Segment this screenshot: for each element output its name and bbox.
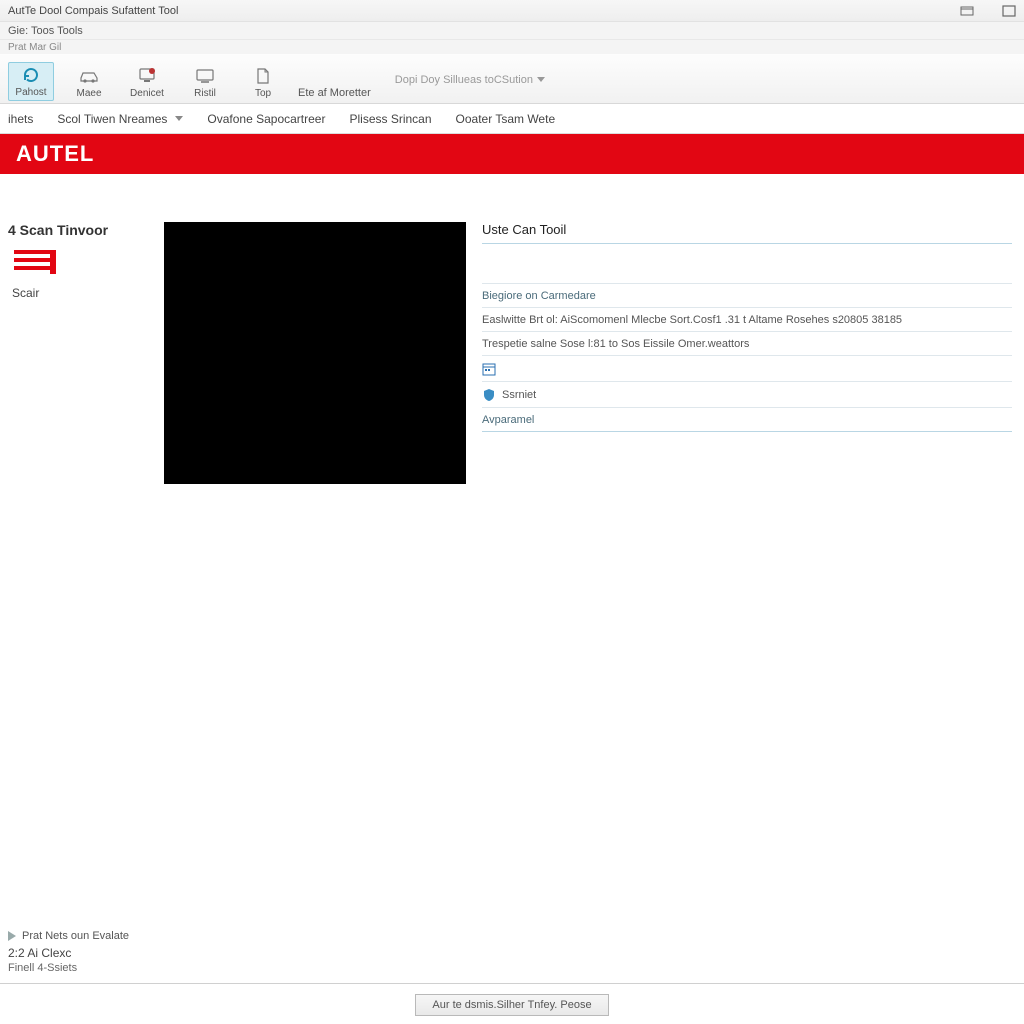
- field-calendar[interactable]: [482, 356, 1012, 382]
- footer-area: Prat Nets oun Evalate 2:2 Ai Clexc Finel…: [0, 930, 1024, 974]
- version-row: 2:2 Ai Clexc: [8, 946, 1016, 960]
- field-service[interactable]: Ssrniet: [482, 382, 1012, 408]
- toolbar-label: Ristil: [194, 88, 216, 99]
- toolbar-label: Top: [255, 88, 271, 99]
- details-panel: Uste Can Tooil Biegiore on Carmedare Eas…: [482, 222, 1022, 484]
- monitor-icon: [194, 66, 216, 86]
- toolbar-label: Pahost: [15, 87, 46, 98]
- toolbar-label: Ete af Moretter: [298, 87, 371, 99]
- left-label: Scair: [12, 286, 148, 300]
- brand-logo: AUTEL: [16, 141, 94, 167]
- field-line2: Trespetie salne Sose l:81 to Sos Eissile…: [482, 332, 1012, 356]
- toolbar-label: Denicet: [130, 88, 164, 99]
- approval-label: Avparamel: [482, 414, 534, 426]
- detail-title: Uste Can Tooil: [482, 222, 1012, 244]
- field-blank: [482, 244, 1012, 284]
- statusbar: Aur te dsmis.Silher Tnfey. Peose: [0, 992, 1024, 1018]
- content-area: 4 Scan Tinvoor Scair Uste Can Tooil Bieg…: [0, 202, 1024, 484]
- play-text: Prat Nets oun Evalate: [22, 930, 129, 942]
- toolbar-btn-top[interactable]: Top: [240, 64, 286, 101]
- toolbar-btn-maee[interactable]: Maee: [66, 64, 112, 101]
- device-icon: [136, 66, 158, 86]
- path-text: Prat Mar Gil: [0, 40, 1024, 54]
- line1-text: Easlwitte Brt ol: AiScomomenl Mlecbe Sor…: [482, 314, 902, 326]
- final-row: Finell 4-Ssiets: [8, 962, 1016, 974]
- section-title: 4 Scan Tinvoor: [8, 222, 148, 238]
- car-icon: [78, 66, 100, 86]
- field-diag-label: Biegiore on Carmedare: [482, 284, 1012, 308]
- maximize-icon[interactable]: [1002, 5, 1016, 17]
- tabbar: ihets Scol Tiwen Nreames Ovafone Sapocar…: [0, 104, 1024, 134]
- titlebar: AutTe Dool Compais Sufattent Tool: [0, 0, 1024, 22]
- service-text: Ssrniet: [502, 389, 536, 401]
- toolbar-btn-pahost[interactable]: Pahost: [8, 62, 54, 101]
- tab-ovafone[interactable]: Ovafone Sapocartreer: [207, 112, 325, 126]
- menu-item[interactable]: Gie: Toos Tools: [8, 25, 83, 37]
- tab-ooater[interactable]: Ooater Tsam Wete: [456, 112, 556, 126]
- toolbar: Pahost Maee Denicet Ristil Top Ete af Mo…: [0, 54, 1024, 104]
- play-row[interactable]: Prat Nets oun Evalate: [8, 930, 1016, 942]
- tab-plisess[interactable]: Plisess Srincan: [349, 112, 431, 126]
- play-icon: [8, 931, 16, 941]
- field-approval: Avparamel: [482, 408, 1012, 432]
- diag-label: Biegiore on Carmedare: [482, 290, 596, 302]
- tab-scol-tiwen[interactable]: Scol Tiwen Nreames: [57, 112, 183, 126]
- left-column: 4 Scan Tinvoor Scair: [8, 222, 148, 484]
- window-title: AutTe Dool Compais Sufattent Tool: [8, 5, 178, 17]
- field-line1: Easlwitte Brt ol: AiScomomenl Mlecbe Sor…: [482, 308, 1012, 332]
- minimize-icon[interactable]: [960, 5, 974, 17]
- calendar-icon: [482, 362, 496, 376]
- toolbar-btn-ristil[interactable]: Ristil: [182, 64, 228, 101]
- divider: [0, 983, 1024, 984]
- menubar: Gie: Toos Tools: [0, 22, 1024, 40]
- preview-pane: [164, 222, 466, 484]
- line2-text: Trespetie salne Sose l:81 to Sos Eissile…: [482, 338, 749, 350]
- tab-ihets[interactable]: ihets: [8, 112, 33, 126]
- toolbar-disabled-text: Dopi Doy Sillueas toCSution: [395, 74, 545, 86]
- window-controls: [960, 5, 1016, 17]
- status-button[interactable]: Aur te dsmis.Silher Tnfey. Peose: [415, 994, 608, 1016]
- toolbar-btn-moretter[interactable]: Ete af Moretter: [298, 85, 371, 101]
- toolbar-label: Maee: [76, 88, 101, 99]
- shield-icon: [482, 388, 496, 402]
- toolbar-btn-denicet[interactable]: Denicet: [124, 64, 170, 101]
- refresh-icon: [20, 65, 42, 85]
- brand-bar: AUTEL: [0, 134, 1024, 174]
- document-icon: [252, 66, 274, 86]
- scanner-icon[interactable]: [12, 248, 58, 276]
